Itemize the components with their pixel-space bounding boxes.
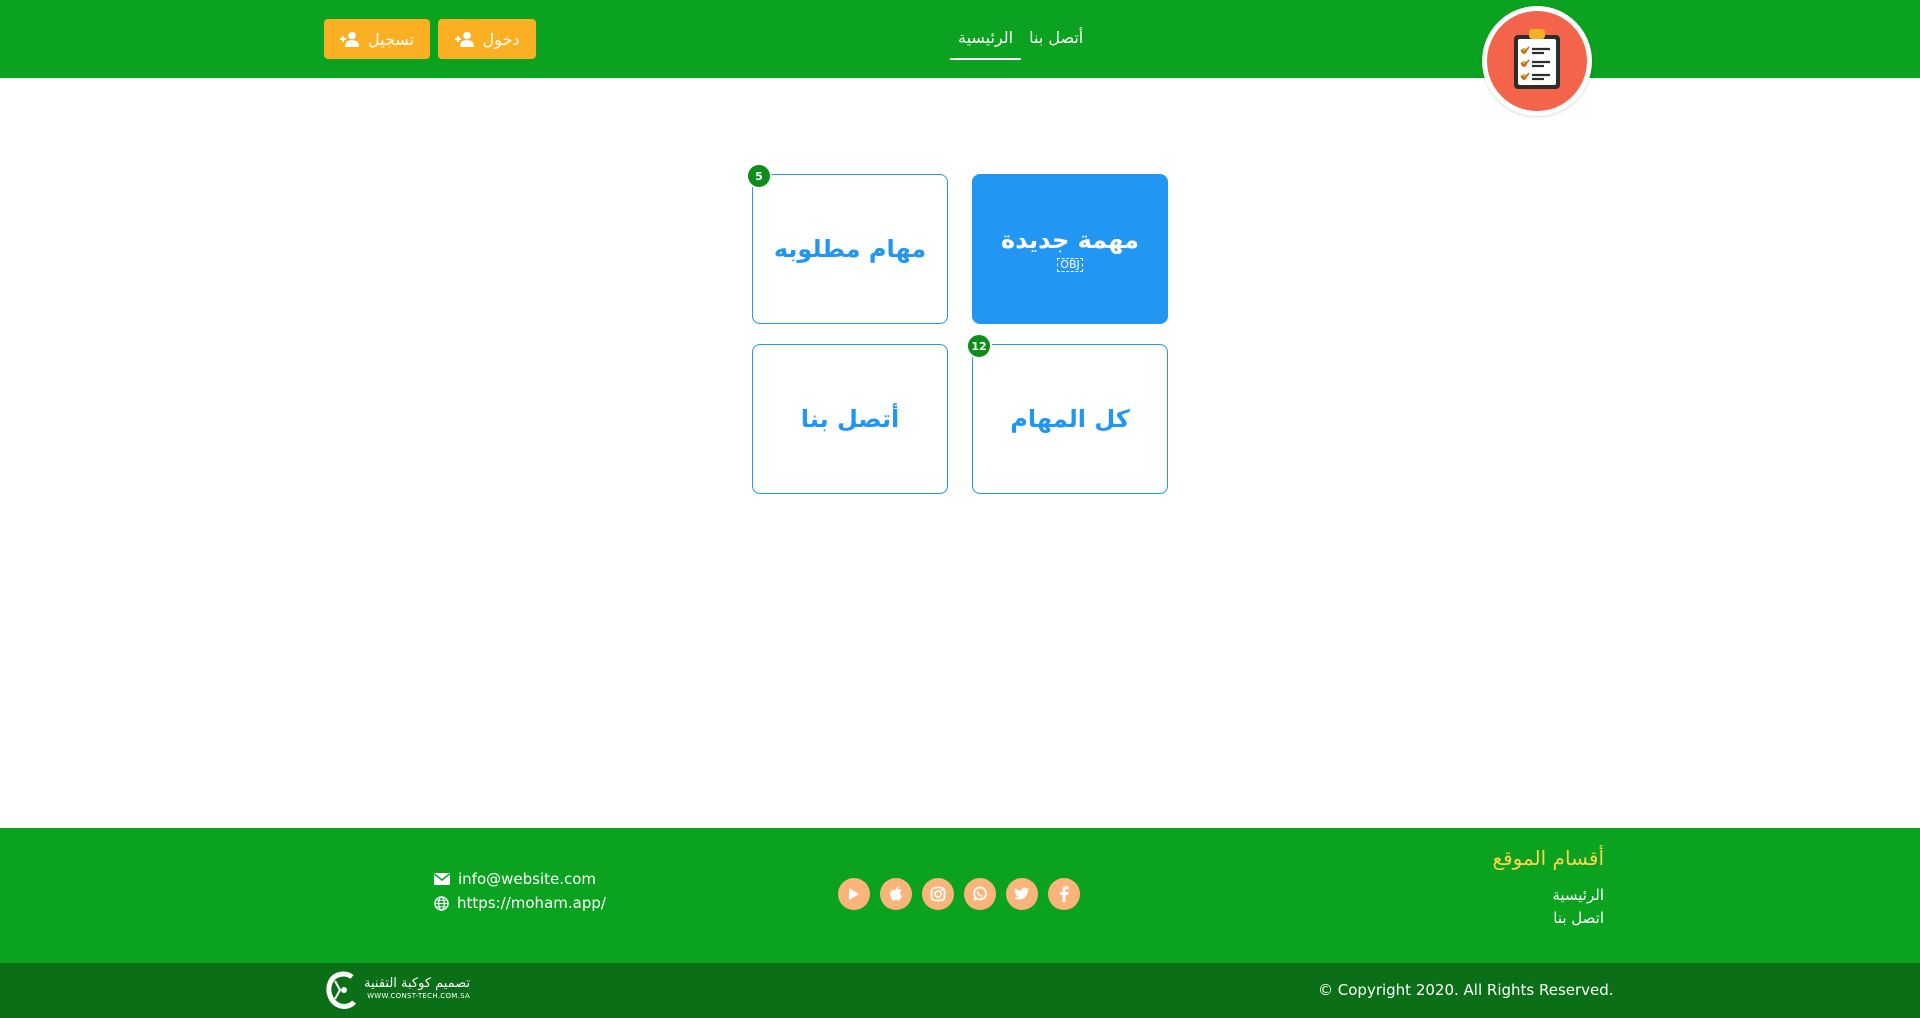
footer-email[interactable]: info@website.com xyxy=(434,870,596,888)
footer-email-text: info@website.com xyxy=(458,870,597,888)
twitter-icon[interactable] xyxy=(1006,878,1038,910)
const-tech-logo xyxy=(326,971,356,1009)
register-label: تسجيل xyxy=(368,29,414,49)
login-button[interactable]: دخول xyxy=(438,19,536,59)
credit-url: WWW.CONST-TECH.COM.SA xyxy=(367,992,471,1000)
required-tasks-count-badge: 5 xyxy=(746,163,772,189)
register-button[interactable]: تسجيل xyxy=(324,19,430,59)
nav-contact[interactable]: أتصل بنا xyxy=(1021,24,1091,60)
credit-name: تصميم كوكبة التقنية xyxy=(364,976,471,991)
footer-link-contact[interactable]: اتصل بنا xyxy=(1553,909,1604,927)
user-plus-icon xyxy=(454,31,474,47)
social-links xyxy=(838,878,1080,910)
user-plus-icon xyxy=(340,31,359,47)
google-play-icon[interactable] xyxy=(838,878,870,910)
tile-new-task[interactable]: مهمة جديدة OBJ xyxy=(972,174,1168,324)
designer-credit[interactable]: تصميم كوكبة التقنية WWW.CONST-TECH.COM.S… xyxy=(326,970,474,1010)
tile-contact-us[interactable]: أتصل بنا xyxy=(752,344,948,494)
footer-website-text: https://moham.app/ xyxy=(457,894,606,912)
nav-home[interactable]: الرئيسية xyxy=(950,24,1022,60)
site-header: الرئيسية أتصل بنا دخول تسجيل xyxy=(0,0,1920,116)
copyright-text: © Copyright 2020. All Rights Reserved. xyxy=(1318,981,1614,999)
tile-all-tasks[interactable]: كل المهام xyxy=(972,344,1168,494)
tile-required-tasks[interactable]: مهام مطلوبه xyxy=(752,174,948,324)
site-logo[interactable] xyxy=(1482,6,1592,116)
apple-icon[interactable] xyxy=(880,878,912,910)
instagram-icon[interactable] xyxy=(922,878,954,910)
site-footer: أقسام الموقع الرئيسية اتصل بنا info@webs… xyxy=(0,828,1920,963)
footer-link-home[interactable]: الرئيسية xyxy=(1552,886,1604,904)
main-nav: الرئيسية أتصل بنا xyxy=(950,24,1091,60)
footer-website[interactable]: https://moham.app/ xyxy=(434,894,606,912)
tile-new-task-label: مهمة جديدة xyxy=(1001,226,1139,254)
clipboard-checklist-icon xyxy=(1514,29,1560,89)
tile-all-tasks-label: كل المهام xyxy=(1010,405,1130,433)
footer-sections-title: أقسام الموقع xyxy=(1492,846,1604,870)
whatsapp-icon[interactable] xyxy=(964,878,996,910)
facebook-icon[interactable] xyxy=(1048,878,1080,910)
envelope-icon xyxy=(434,873,450,885)
globe-icon xyxy=(434,895,449,911)
login-label: دخول xyxy=(482,29,520,49)
all-tasks-count-badge: 12 xyxy=(966,333,992,359)
footer-bottom-bar: © Copyright 2020. All Rights Reserved. ت… xyxy=(0,963,1920,1018)
tile-contact-us-label: أتصل بنا xyxy=(800,405,900,433)
tile-required-tasks-label: مهام مطلوبه xyxy=(773,235,927,263)
obj-placeholder: OBJ xyxy=(1057,258,1083,272)
credit-text: تصميم كوكبة التقنية WWW.CONST-TECH.COM.S… xyxy=(364,976,471,1002)
